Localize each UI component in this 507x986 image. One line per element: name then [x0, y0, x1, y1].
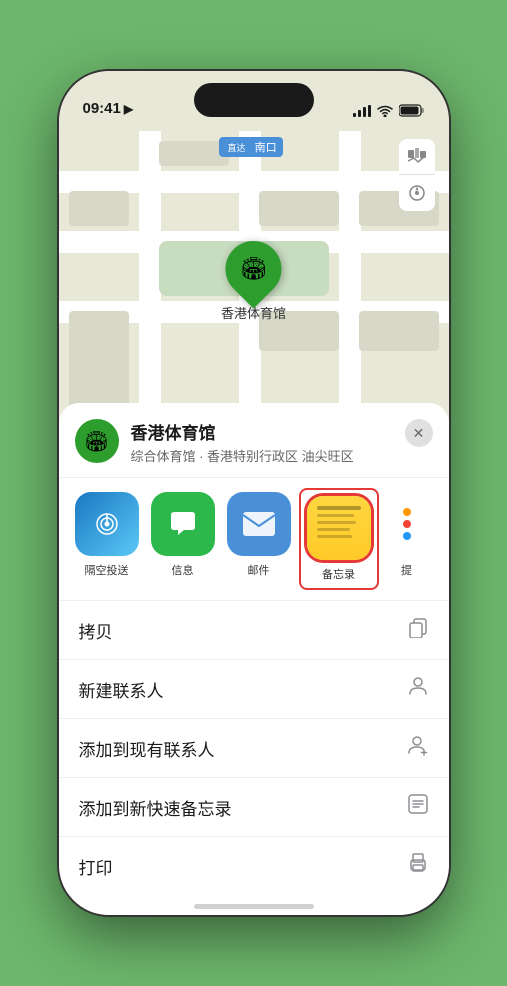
- map-type-button[interactable]: [399, 139, 435, 175]
- bottom-sheet: 🏟 香港体育馆 综合体育馆 · 香港特别行政区 油尖旺区 ✕: [59, 403, 449, 915]
- battery-icon: [399, 104, 425, 117]
- print-label: 打印: [79, 854, 113, 879]
- messages-label: 信息: [172, 562, 194, 578]
- time-display: 09:41: [83, 100, 121, 117]
- notes-icon: [307, 496, 371, 560]
- person-add-icon: [407, 734, 429, 762]
- quick-note-icon: [407, 793, 429, 821]
- more-label: 提: [401, 562, 412, 578]
- status-icons: [353, 104, 425, 117]
- location-arrow-icon: ▶: [124, 102, 133, 116]
- copy-icon: [407, 616, 429, 644]
- pin-icon: 🏟: [214, 229, 293, 308]
- home-indicator: [194, 904, 314, 909]
- map-label: 直达 南口: [219, 137, 283, 157]
- new-contact-label: 新建联系人: [79, 677, 164, 702]
- venue-name: 香港体育馆: [131, 419, 393, 444]
- venue-desc: 综合体育馆 · 香港特别行政区 油尖旺区: [131, 446, 393, 465]
- share-item-notes[interactable]: 备忘录: [303, 492, 375, 586]
- action-new-contact[interactable]: 新建联系人: [59, 660, 449, 719]
- airdrop-icon: [75, 492, 139, 556]
- person-icon: [407, 675, 429, 703]
- add-existing-label: 添加到现有联系人: [79, 736, 215, 761]
- share-item-mail[interactable]: 邮件: [227, 492, 291, 586]
- mail-icon: [227, 492, 291, 556]
- map-controls: [399, 139, 435, 211]
- share-item-messages[interactable]: 信息: [151, 492, 215, 586]
- mail-label: 邮件: [248, 562, 270, 578]
- messages-icon: [151, 492, 215, 556]
- signal-icon: [353, 105, 371, 117]
- map-type-icon: [407, 147, 427, 167]
- venue-icon: 🏟: [75, 419, 119, 463]
- share-item-airdrop[interactable]: 隔空投送: [75, 492, 139, 586]
- phone-screen: 09:41 ▶: [59, 71, 449, 915]
- action-copy[interactable]: 拷贝: [59, 601, 449, 660]
- action-print[interactable]: 打印: [59, 837, 449, 895]
- location-card: 🏟 香港体育馆 综合体育馆 · 香港特别行政区 油尖旺区 ✕: [59, 403, 449, 478]
- action-add-notes[interactable]: 添加到新快速备忘录: [59, 778, 449, 837]
- share-row: 隔空投送 信息: [59, 478, 449, 601]
- notes-label: 备忘录: [322, 566, 355, 582]
- action-add-existing[interactable]: 添加到现有联系人: [59, 719, 449, 778]
- location-button[interactable]: [399, 175, 435, 211]
- phone-frame: 09:41 ▶: [59, 71, 449, 915]
- airdrop-label: 隔空投送: [85, 562, 129, 578]
- location-info: 香港体育馆 综合体育馆 · 香港特别行政区 油尖旺区: [131, 419, 393, 465]
- more-icon: [387, 492, 427, 556]
- wifi-icon: [377, 105, 393, 117]
- dynamic-island: [194, 83, 314, 117]
- location-pin: 🏟 香港体育馆: [221, 241, 286, 322]
- add-notes-label: 添加到新快速备忘录: [79, 795, 232, 820]
- status-time: 09:41 ▶: [83, 100, 134, 117]
- print-icon: [407, 852, 429, 880]
- close-button[interactable]: ✕: [405, 419, 433, 447]
- copy-label: 拷贝: [79, 618, 113, 643]
- share-item-more[interactable]: 提: [387, 492, 427, 586]
- compass-icon: [408, 184, 426, 202]
